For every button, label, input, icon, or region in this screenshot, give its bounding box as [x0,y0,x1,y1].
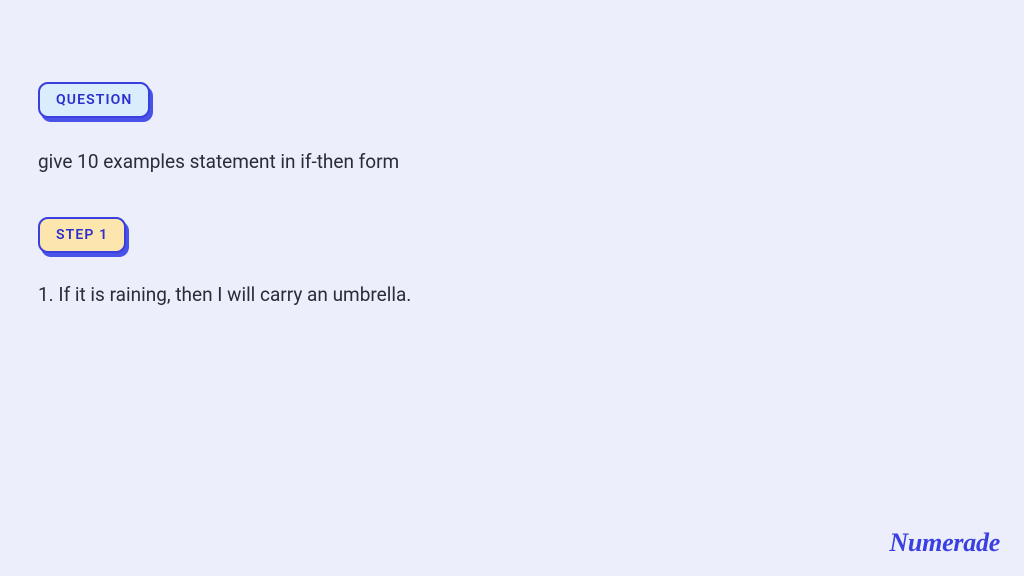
question-badge-label: QUESTION [56,92,132,108]
step-badge-label: STEP 1 [56,227,108,243]
brand-logo: Numerade [889,528,1000,558]
slide-content: QUESTION give 10 examples statement in i… [38,82,986,306]
step-text: 1. If it is raining, then I will carry a… [38,283,986,306]
step-badge: STEP 1 [38,217,126,253]
step-block: STEP 1 1. If it is raining, then I will … [38,217,986,306]
question-text: give 10 examples statement in if-then fo… [38,150,986,173]
question-badge: QUESTION [38,82,150,118]
